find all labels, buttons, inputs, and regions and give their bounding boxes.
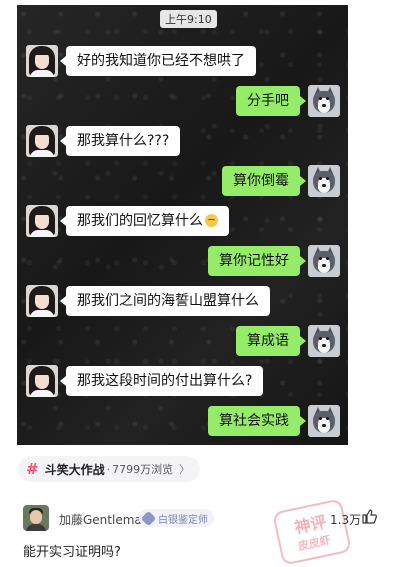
badge-icon (140, 510, 157, 526)
husky-avatar (308, 245, 340, 277)
chat-message-outgoing: 分手吧 (17, 84, 348, 118)
chat-message-outgoing: 算成语 (17, 324, 348, 358)
hashtag-icon: # (26, 460, 39, 478)
girl-avatar (26, 45, 58, 77)
chat-message-incoming: 那我算什么??? (17, 124, 348, 158)
commenter-avatar[interactable] (23, 505, 49, 531)
chat-message-outgoing: 算你记性好 (17, 244, 348, 278)
message-bubble: 那我算什么??? (59, 126, 181, 156)
topic-name: 斗笑大作战 (44, 462, 105, 477)
girl-avatar (26, 285, 58, 317)
message-bubble: 算你记性好 (208, 246, 306, 276)
badge-label: 白银鉴定师 (158, 514, 208, 526)
message-bubble: 那我这段时间的付出算什么? (59, 366, 264, 396)
topic-tag[interactable]: # 斗笑大作战 · 7799万浏览 〉 (18, 456, 201, 482)
grimace-emoji-icon (205, 214, 218, 227)
thumbs-up-icon[interactable] (361, 508, 377, 524)
chat-message-incoming: 那我们的回忆算什么 (17, 204, 348, 238)
message-bubble: 算社会实践 (208, 406, 306, 436)
message-text: 那我们的回忆算什么 (77, 213, 203, 229)
girl-avatar (26, 125, 58, 157)
chat-message-outgoing: 算社会实践 (17, 404, 348, 438)
message-bubble: 算成语 (236, 326, 306, 356)
topic-separator: · (106, 462, 111, 476)
chat-message-incoming: 好的我知道你已经不想哄了 (17, 44, 348, 78)
timestamp: 上午9:10 (160, 10, 217, 28)
husky-avatar (308, 405, 340, 437)
girl-avatar (26, 365, 58, 397)
chat-screenshot: 上午9:10 好的我知道你已经不想哄了 分手吧 那我算什么??? 算你倒霉 那我… (17, 5, 348, 445)
chat-message-outgoing: 算你倒霉 (17, 164, 348, 198)
chat-message-incoming: 那我这段时间的付出算什么? (17, 364, 348, 398)
husky-avatar (308, 85, 340, 117)
watermark-stamp: 神评 皮皮虾 (272, 498, 352, 566)
message-bubble: 那我们的回忆算什么 (60, 206, 229, 236)
husky-avatar (308, 165, 340, 197)
commenter-username[interactable]: 加藤Gentleman (59, 511, 149, 528)
like-count: 1.3万 (330, 513, 362, 527)
message-bubble: 分手吧 (236, 86, 306, 116)
message-bubble: 算你倒霉 (222, 166, 306, 196)
message-bubble: 好的我知道你已经不想哄了 (60, 46, 256, 76)
user-badge[interactable]: 白银鉴定师 (139, 509, 214, 527)
girl-avatar (26, 205, 58, 237)
comment-text: 能开实习证明吗? (23, 545, 121, 560)
husky-avatar (308, 325, 340, 357)
topic-views: 7799万浏览 (112, 463, 174, 476)
chevron-right-icon: 〉 (179, 463, 191, 476)
chat-message-incoming: 那我们之间的海誓山盟算什么 (17, 284, 348, 318)
message-bubble: 那我们之间的海誓山盟算什么 (60, 286, 270, 316)
